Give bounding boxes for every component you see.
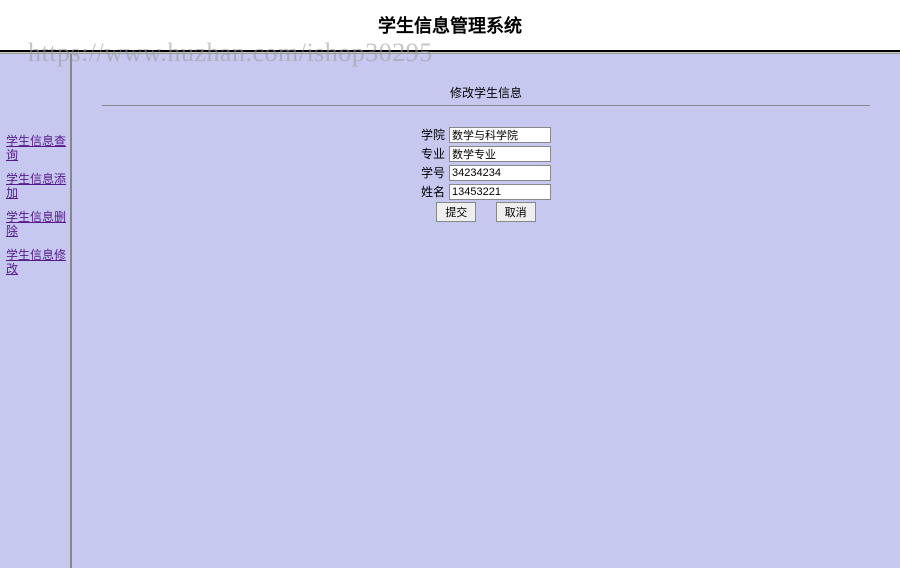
student-id-input[interactable] (449, 165, 551, 181)
form-row-buttons (421, 202, 551, 222)
major-label: 专业 (421, 145, 447, 162)
main-content: 修改学生信息 学院 专业 学号 姓名 (72, 54, 900, 568)
college-input[interactable] (449, 127, 551, 143)
page-title: 学生信息管理系统 (0, 12, 900, 38)
form-row-name: 姓名 (421, 183, 551, 200)
student-id-label: 学号 (421, 164, 447, 181)
form-row-major: 专业 (421, 145, 551, 162)
sidebar: 学生信息查询 学生信息添加 学生信息删除 学生信息修改 (0, 54, 72, 568)
main-container: 学生信息查询 学生信息添加 学生信息删除 学生信息修改 修改学生信息 学院 专业… (0, 54, 900, 568)
college-label: 学院 (421, 126, 447, 143)
sidebar-item-add[interactable]: 学生信息添加 (6, 172, 70, 200)
major-input[interactable] (449, 146, 551, 162)
sidebar-item-modify[interactable]: 学生信息修改 (6, 248, 70, 276)
form-divider (102, 105, 870, 106)
header: 学生信息管理系统 (0, 0, 900, 50)
name-input[interactable] (449, 184, 551, 200)
sidebar-item-query[interactable]: 学生信息查询 (6, 134, 70, 162)
submit-button[interactable] (436, 202, 476, 222)
form-row-student-id: 学号 (421, 164, 551, 181)
sidebar-item-delete[interactable]: 学生信息删除 (6, 210, 70, 238)
form-table: 学院 专业 学号 姓名 (419, 124, 553, 224)
form-title: 修改学生信息 (72, 84, 900, 101)
name-label: 姓名 (421, 183, 447, 200)
cancel-button[interactable] (496, 202, 536, 222)
form-row-college: 学院 (421, 126, 551, 143)
